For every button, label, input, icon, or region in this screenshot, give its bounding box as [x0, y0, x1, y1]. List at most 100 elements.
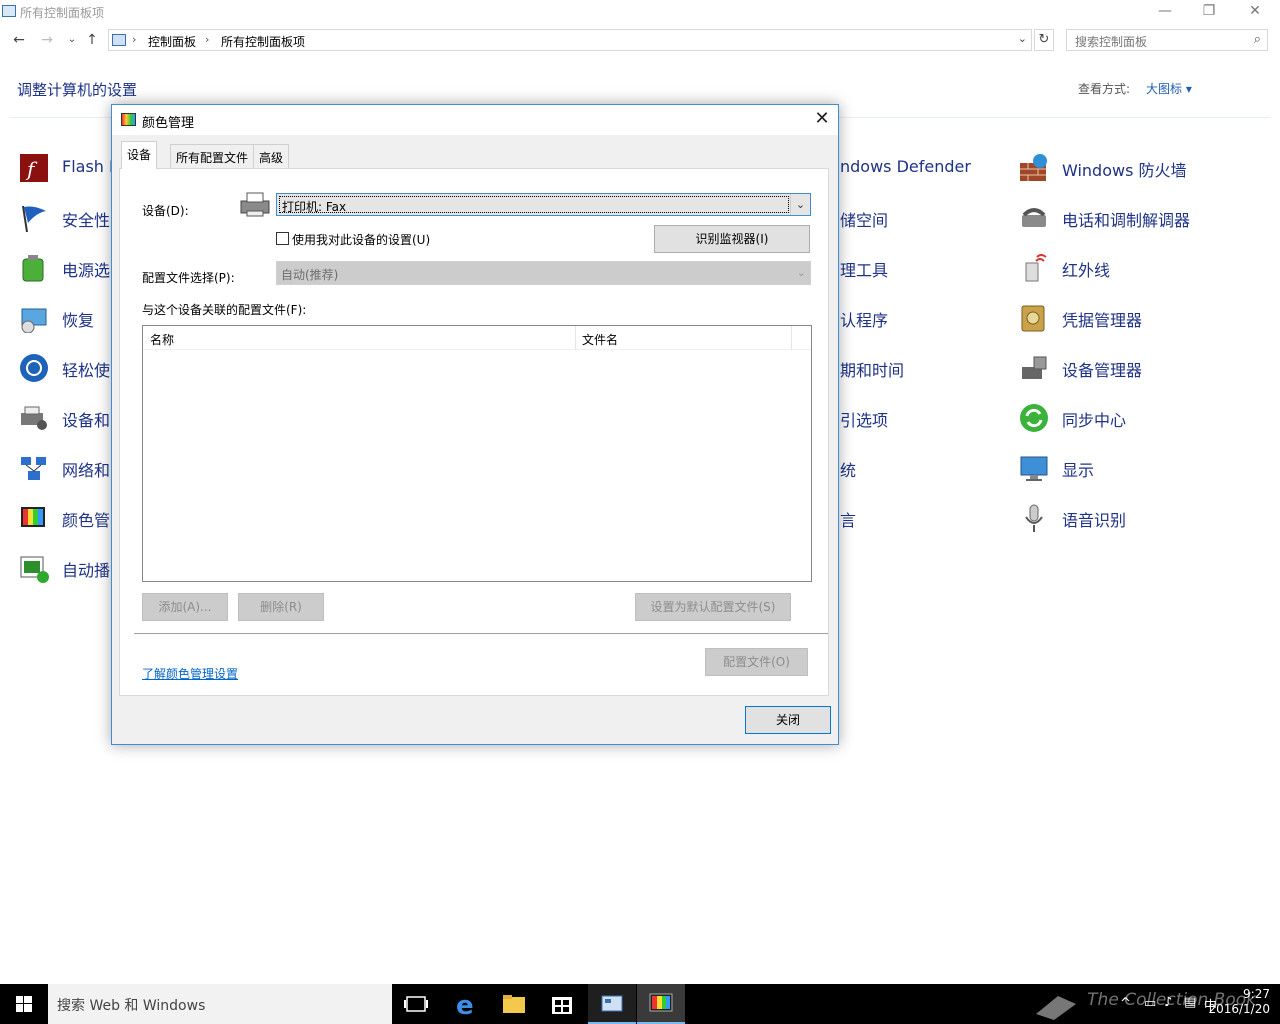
chevron-down-icon[interactable]: ⌄ — [790, 194, 810, 215]
tab-advanced[interactable]: 高级 — [253, 144, 290, 168]
cp-item-label: 红外线 — [1062, 261, 1111, 280]
chevron-down-icon[interactable]: ⌄ — [797, 266, 806, 279]
dialog-title: 颜色管理 — [142, 116, 195, 131]
cp-item-label: 设备管理器 — [1062, 361, 1143, 380]
recovery-icon — [18, 303, 50, 334]
cp-item-label: 储空间 — [840, 211, 889, 230]
tab-panel: 设备(D): 打印机: Fax ⌄ 使用我对此设备的设置(U) 识别监视器(I)… — [119, 168, 829, 696]
color-management-dialog: 颜色管理 ✕ 设备 所有配置文件 高级 设备(D): 打印机: Fax ⌄ 使用… — [111, 104, 839, 745]
start-button[interactable] — [0, 984, 48, 1024]
cp-item-label: 语音识别 — [1062, 511, 1127, 530]
svg-text:e: e — [456, 991, 474, 1021]
printer-icon — [238, 189, 274, 219]
cp-item-label: 颜色管 — [62, 511, 111, 530]
color-management-icon — [121, 113, 136, 126]
clock-date: 2016/1/20 — [1208, 1002, 1270, 1016]
close-dialog-button[interactable]: 关闭 — [745, 706, 831, 734]
device-selected-value: 打印机: Fax — [279, 196, 789, 214]
sync-icon — [1018, 403, 1050, 433]
search-input[interactable]: 搜索控制面板 ⌕ — [1066, 29, 1268, 51]
search-icon[interactable]: ⌕ — [1254, 32, 1261, 47]
profile-selection-value: 自动(推荐) — [281, 268, 339, 282]
identify-monitors-button[interactable]: 识别监视器(I) — [654, 225, 810, 253]
action-center-icon[interactable]: ▤ — [1184, 995, 1196, 1010]
window-title: 所有控制面板项 — [20, 6, 105, 20]
cp-item-label: 安全性 — [62, 211, 111, 230]
view-by-dropdown[interactable]: 大图标 ▾ — [1146, 80, 1192, 97]
ease-of-access-icon — [18, 353, 50, 383]
tab-devices[interactable]: 设备 — [121, 141, 158, 169]
recent-locations-button[interactable]: ⌄ — [63, 30, 81, 50]
column-header-name[interactable]: 名称 — [150, 331, 174, 348]
show-hidden-icons-icon[interactable]: ^ — [1120, 996, 1131, 1011]
book-logo-icon — [1032, 990, 1080, 1020]
minimize-button[interactable]: — — [1142, 0, 1188, 24]
color-management-taskbar-icon[interactable] — [637, 984, 685, 1024]
set-default-profile-button[interactable]: 设置为默认配置文件(S) — [635, 593, 791, 621]
profiles-button[interactable]: 配置文件(O) — [705, 648, 808, 676]
cp-item-label: 恢复 — [62, 311, 95, 330]
task-view-icon[interactable] — [392, 984, 440, 1024]
store-icon[interactable] — [538, 984, 586, 1024]
device-manager-icon — [1018, 353, 1050, 383]
cp-item-label: 统 — [840, 461, 857, 480]
clock[interactable]: 9:27 2016/1/20 — [1208, 987, 1270, 1017]
use-my-settings-label[interactable]: 使用我对此设备的设置(U) — [292, 231, 430, 248]
column-header-filename[interactable]: 文件名 — [582, 331, 618, 348]
list-header: 名称 文件名 — [143, 326, 811, 350]
control-panel-taskbar-icon[interactable] — [588, 984, 636, 1024]
autoplay-icon — [18, 553, 50, 583]
clock-time: 9:27 — [1243, 987, 1270, 1001]
microphone-icon — [1018, 503, 1050, 533]
close-window-button[interactable]: ✕ — [1232, 0, 1278, 24]
search-placeholder: 搜索控制面板 — [1075, 35, 1148, 49]
cp-item-label: 引选项 — [840, 411, 889, 430]
dialog-close-button[interactable]: ✕ — [809, 108, 835, 132]
devices-printers-icon — [18, 403, 50, 433]
refresh-button[interactable]: ↻ — [1034, 29, 1054, 51]
device-dropdown[interactable]: 打印机: Fax ⌄ — [276, 193, 811, 216]
page-title: 调整计算机的设置 — [17, 81, 138, 99]
address-location-icon — [112, 34, 126, 46]
cp-item-label: 显示 — [1062, 461, 1095, 480]
windows-logo-icon — [16, 996, 32, 1012]
tab-all-profiles[interactable]: 所有配置文件 — [170, 144, 255, 168]
cp-item-label: ndows Defender — [840, 157, 971, 176]
profiles-list[interactable]: 名称 文件名 — [142, 325, 812, 582]
network-status-icon[interactable]: ▭ — [1144, 996, 1156, 1011]
cp-item-label: 轻松使 — [62, 361, 111, 380]
breadcrumb-control-panel[interactable]: 控制面板 — [148, 33, 196, 50]
address-dropdown-icon[interactable]: ⌄ — [1018, 32, 1027, 45]
cp-item-label: 网络和 — [62, 461, 111, 480]
taskbar: 搜索 Web 和 Windows e The Collection Book ^… — [0, 984, 1280, 1024]
volume-icon[interactable]: ♪ — [1164, 995, 1172, 1010]
restore-button[interactable]: ❐ — [1186, 0, 1232, 24]
dialog-titlebar[interactable]: 颜色管理 ✕ — [112, 105, 838, 135]
remove-profile-button[interactable]: 删除(R) — [238, 593, 324, 621]
column-divider[interactable] — [575, 326, 576, 350]
profile-selection-dropdown[interactable]: 自动(推荐) ⌄ — [276, 261, 811, 285]
breadcrumb-separator-icon[interactable]: › — [132, 33, 136, 46]
edge-browser-icon[interactable]: e — [442, 984, 490, 1024]
use-my-settings-checkbox[interactable] — [276, 232, 289, 245]
up-button[interactable]: ↑ — [83, 30, 101, 50]
cp-item-label: Windows 防火墙 — [1062, 161, 1187, 180]
add-profile-button[interactable]: 添加(A)... — [142, 593, 228, 621]
address-bar[interactable]: › 控制面板 › 所有控制面板项 ⌄ — [108, 29, 1032, 51]
file-explorer-icon[interactable] — [490, 984, 538, 1024]
forward-button[interactable]: → — [38, 30, 56, 50]
cp-item-label: 电话和调制解调器 — [1062, 211, 1191, 230]
associated-profiles-label: 与这个设备关联的配置文件(F): — [142, 303, 307, 317]
taskbar-search-input[interactable]: 搜索 Web 和 Windows — [48, 984, 392, 1024]
learn-color-management-link[interactable]: 了解颜色管理设置 — [142, 665, 238, 682]
breadcrumb-all-items[interactable]: 所有控制面板项 — [221, 33, 305, 50]
firewall-icon — [1018, 153, 1050, 183]
back-button[interactable]: ← — [10, 30, 28, 50]
view-by-label: 查看方式: — [1078, 82, 1131, 96]
cp-item-label: 凭据管理器 — [1062, 311, 1143, 330]
cp-item-label: 言 — [840, 511, 857, 530]
breadcrumb-separator-icon[interactable]: › — [205, 33, 209, 46]
battery-icon — [18, 253, 50, 283]
cp-item-label: 自动播 — [62, 561, 111, 580]
column-divider[interactable] — [791, 326, 792, 350]
